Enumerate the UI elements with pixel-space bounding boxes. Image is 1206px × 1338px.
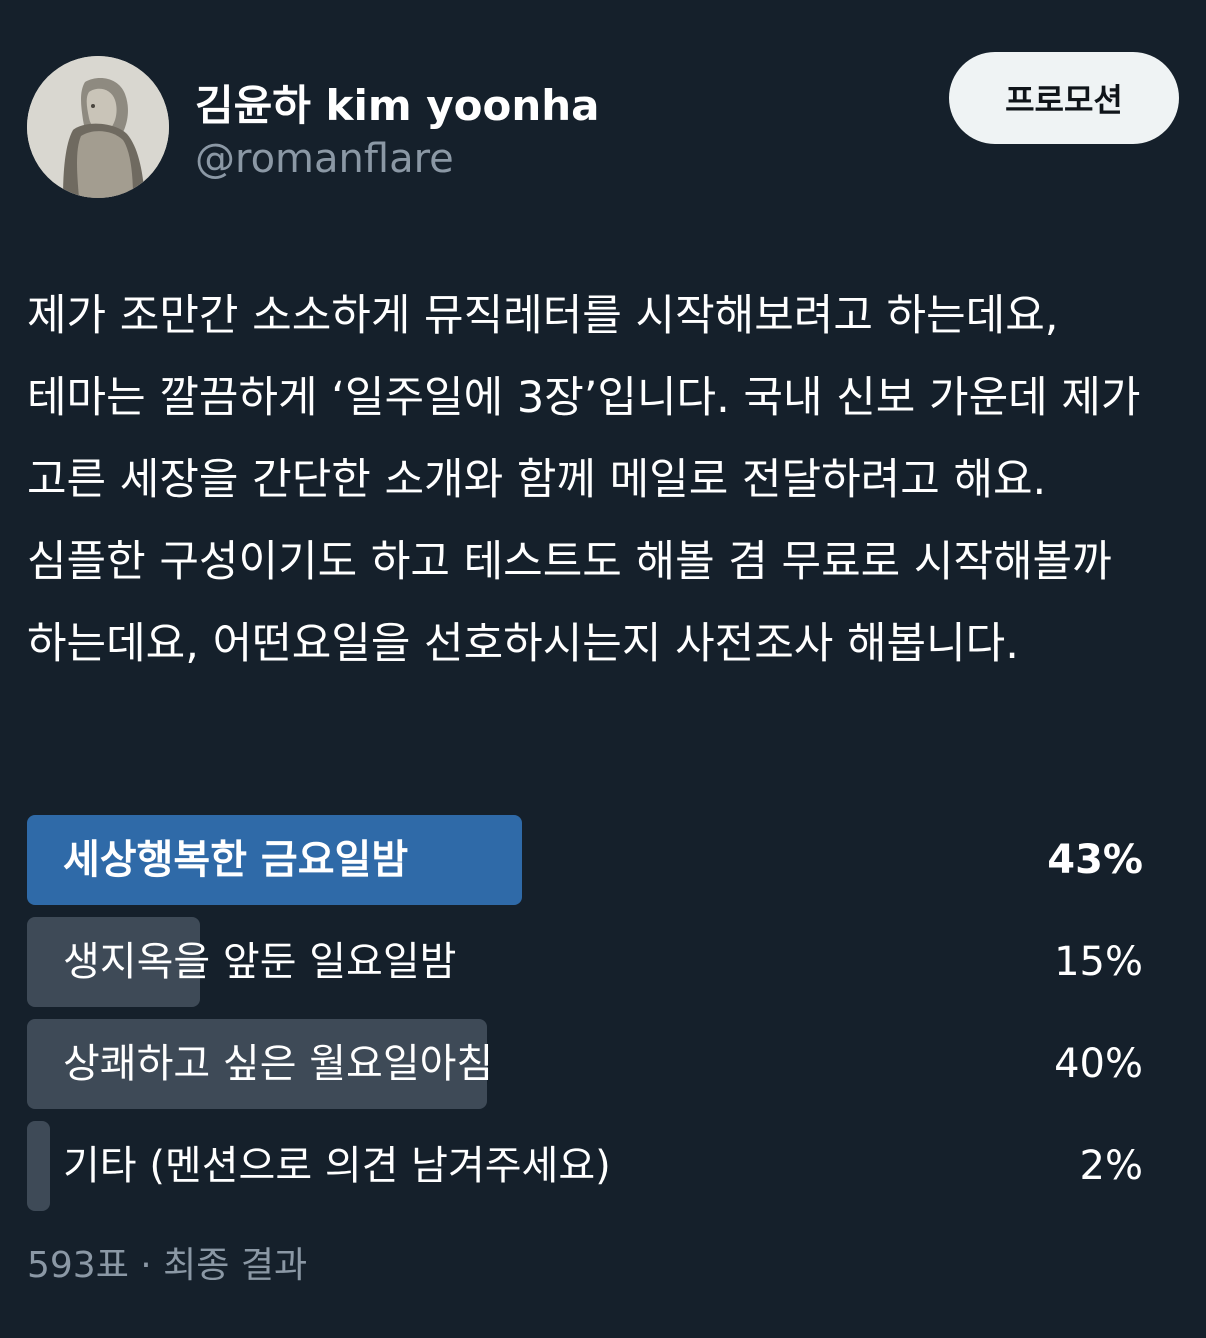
poll-option-percent: 43% [1047, 837, 1143, 883]
poll-option-label: 생지옥을 앞둔 일요일밤 [63, 939, 457, 985]
tweet-text: 제가 조만간 소소하게 뮤직레터를 시작해보려고 하는데요, 테마는 깔끔하게 … [27, 291, 1141, 669]
poll-option: 세상행복한 금요일밤 43% [27, 815, 1143, 907]
poll-result-bar [27, 1121, 50, 1211]
poll-option-label: 상쾌하고 싶은 월요일아침 [63, 1041, 494, 1087]
poll-vote-summary: 593표 · 최종 결과 [27, 1245, 308, 1286]
display-name[interactable]: 김윤하 kim yoonha [195, 72, 600, 133]
poll-option-percent: 15% [1054, 939, 1143, 985]
poll-option-label: 세상행복한 금요일밤 [63, 837, 409, 883]
poll-option: 기타 (멘션으로 의견 남겨주세요) 2% [27, 1121, 1143, 1213]
avatar-portrait-image [27, 56, 169, 198]
poll-option: 상쾌하고 싶은 월요일아침 40% [27, 1019, 1143, 1111]
poll-option-label: 기타 (멘션으로 의견 남겨주세요) [63, 1143, 611, 1189]
avatar[interactable] [27, 56, 169, 198]
poll-option: 생지옥을 앞둔 일요일밤 15% [27, 917, 1143, 1009]
tweet-header: 김윤하 kim yoonha @romanflare 프로모션 [27, 52, 1179, 200]
user-handle[interactable]: @romanflare [195, 136, 454, 182]
poll-option-percent: 2% [1079, 1143, 1143, 1189]
poll-option-percent: 40% [1054, 1041, 1143, 1087]
poll: 세상행복한 금요일밤 43% 생지옥을 앞둔 일요일밤 15% 상쾌하고 싶은 … [27, 815, 1143, 1223]
promote-button[interactable]: 프로모션 [949, 52, 1179, 144]
